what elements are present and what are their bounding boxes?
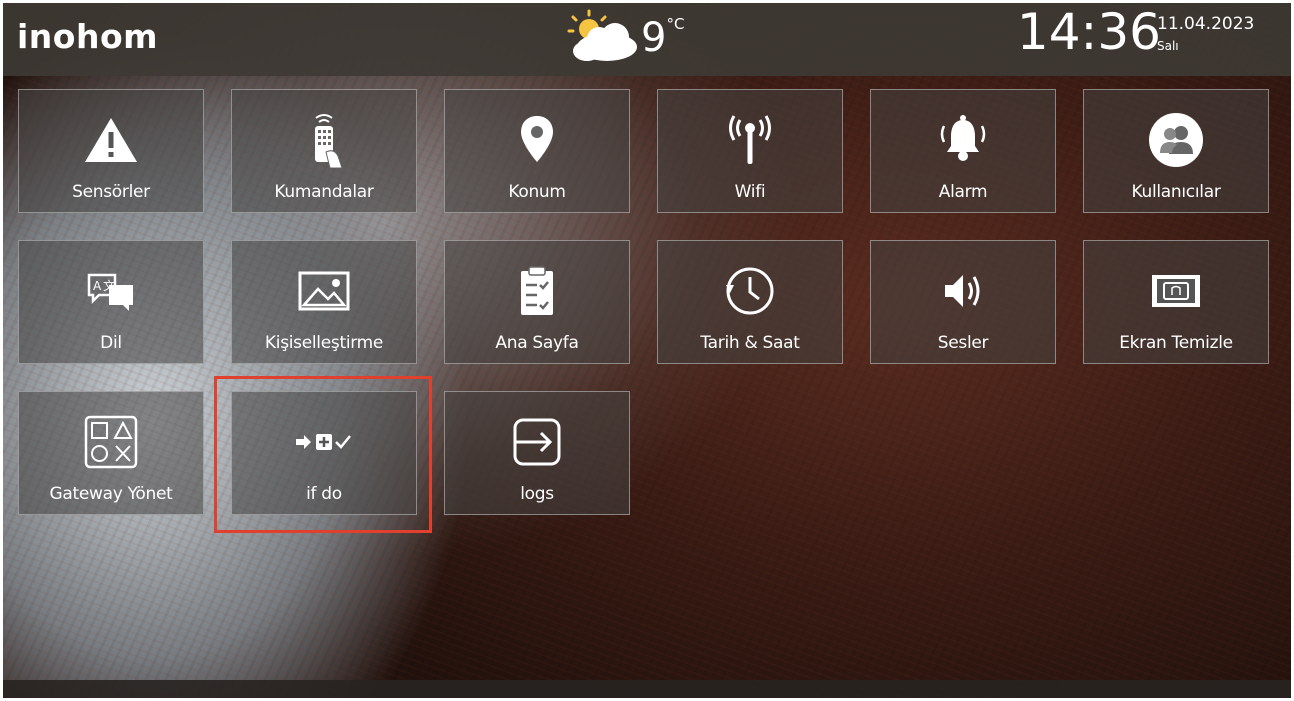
- tile-label: Tarih & Saat: [700, 333, 800, 353]
- tile-ekran-temizle[interactable]: Ekran Temizle: [1083, 240, 1269, 364]
- tile-label: Wifi: [734, 182, 766, 202]
- clock-day: Salı: [1157, 39, 1179, 53]
- tile-tarih-saat[interactable]: Tarih & Saat: [657, 240, 843, 364]
- alarm-bell-icon: [940, 115, 986, 161]
- temperature-value: 9: [641, 15, 667, 61]
- tile-gateway-yonet[interactable]: Gateway Yönet: [18, 391, 204, 515]
- language-icon: A 文: [87, 273, 133, 311]
- tile-label: Kullanıcılar: [1131, 182, 1221, 202]
- tile-wifi[interactable]: Wifi: [657, 89, 843, 213]
- wifi-antenna-icon: [729, 115, 771, 164]
- tile-sesler[interactable]: Sesler: [870, 240, 1056, 364]
- clock-date: 11.04.2023: [1157, 14, 1255, 34]
- tile-label: Sesler: [937, 333, 989, 353]
- svg-text:A: A: [93, 279, 102, 293]
- location-pin-icon: [521, 116, 553, 162]
- tile-label: Dil: [100, 333, 122, 353]
- tile-logs[interactable]: logs: [444, 391, 630, 515]
- clock-icon: [726, 267, 774, 315]
- tile-label: logs: [520, 484, 554, 504]
- tile-label: Gateway Yönet: [49, 484, 173, 504]
- tile-kumandalar[interactable]: Kumandalar: [231, 89, 417, 213]
- top-bar: inohom 9 °C 14:36 11.04.2023 Salı: [3, 3, 1291, 76]
- temperature-unit: °C: [666, 15, 685, 33]
- tile-label: if do: [306, 484, 342, 504]
- tile-kullanicilar[interactable]: Kullanıcılar: [1083, 89, 1269, 213]
- tile-dil[interactable]: A 文 Dil: [18, 240, 204, 364]
- tile-label: Alarm: [938, 182, 988, 202]
- tile-label: Ekran Temizle: [1119, 333, 1233, 353]
- weather-widget[interactable]: 9 °C: [559, 7, 684, 69]
- partly-cloudy-icon: [567, 9, 637, 61]
- logs-icon: [513, 418, 561, 466]
- screen-clean-icon: [1152, 275, 1200, 307]
- tile-label: Ana Sayfa: [495, 333, 579, 353]
- tile-label: Sensörler: [72, 182, 150, 202]
- warning-icon: [85, 118, 137, 162]
- clipboard-checklist-icon: [521, 266, 553, 315]
- brand-logo: inohom: [17, 17, 159, 56]
- device-screen: inohom 9 °C 14:36 11.04.2023 Salı Sensör…: [3, 3, 1291, 698]
- if-do-icon: [296, 434, 351, 450]
- image-icon: [298, 271, 350, 311]
- bottom-bar: [3, 680, 1291, 698]
- tile-alarm[interactable]: Alarm: [870, 89, 1056, 213]
- tile-if-do[interactable]: if do: [231, 391, 417, 515]
- tile-konum[interactable]: Konum: [444, 89, 630, 213]
- users-icon: [1149, 113, 1203, 167]
- tile-sensorler[interactable]: Sensörler: [18, 89, 204, 213]
- speaker-icon: [945, 275, 980, 307]
- tile-ana-sayfa[interactable]: Ana Sayfa: [444, 240, 630, 364]
- tile-kisisellestirme[interactable]: Kişiselleştirme: [231, 240, 417, 364]
- clock-time: 14:36: [1016, 3, 1161, 61]
- remote-control-icon: [315, 114, 343, 168]
- tile-label: Kişiselleştirme: [264, 333, 384, 353]
- tile-label: Konum: [508, 182, 566, 202]
- gateway-shapes-icon: [84, 415, 138, 469]
- tile-label: Kumandalar: [274, 182, 374, 202]
